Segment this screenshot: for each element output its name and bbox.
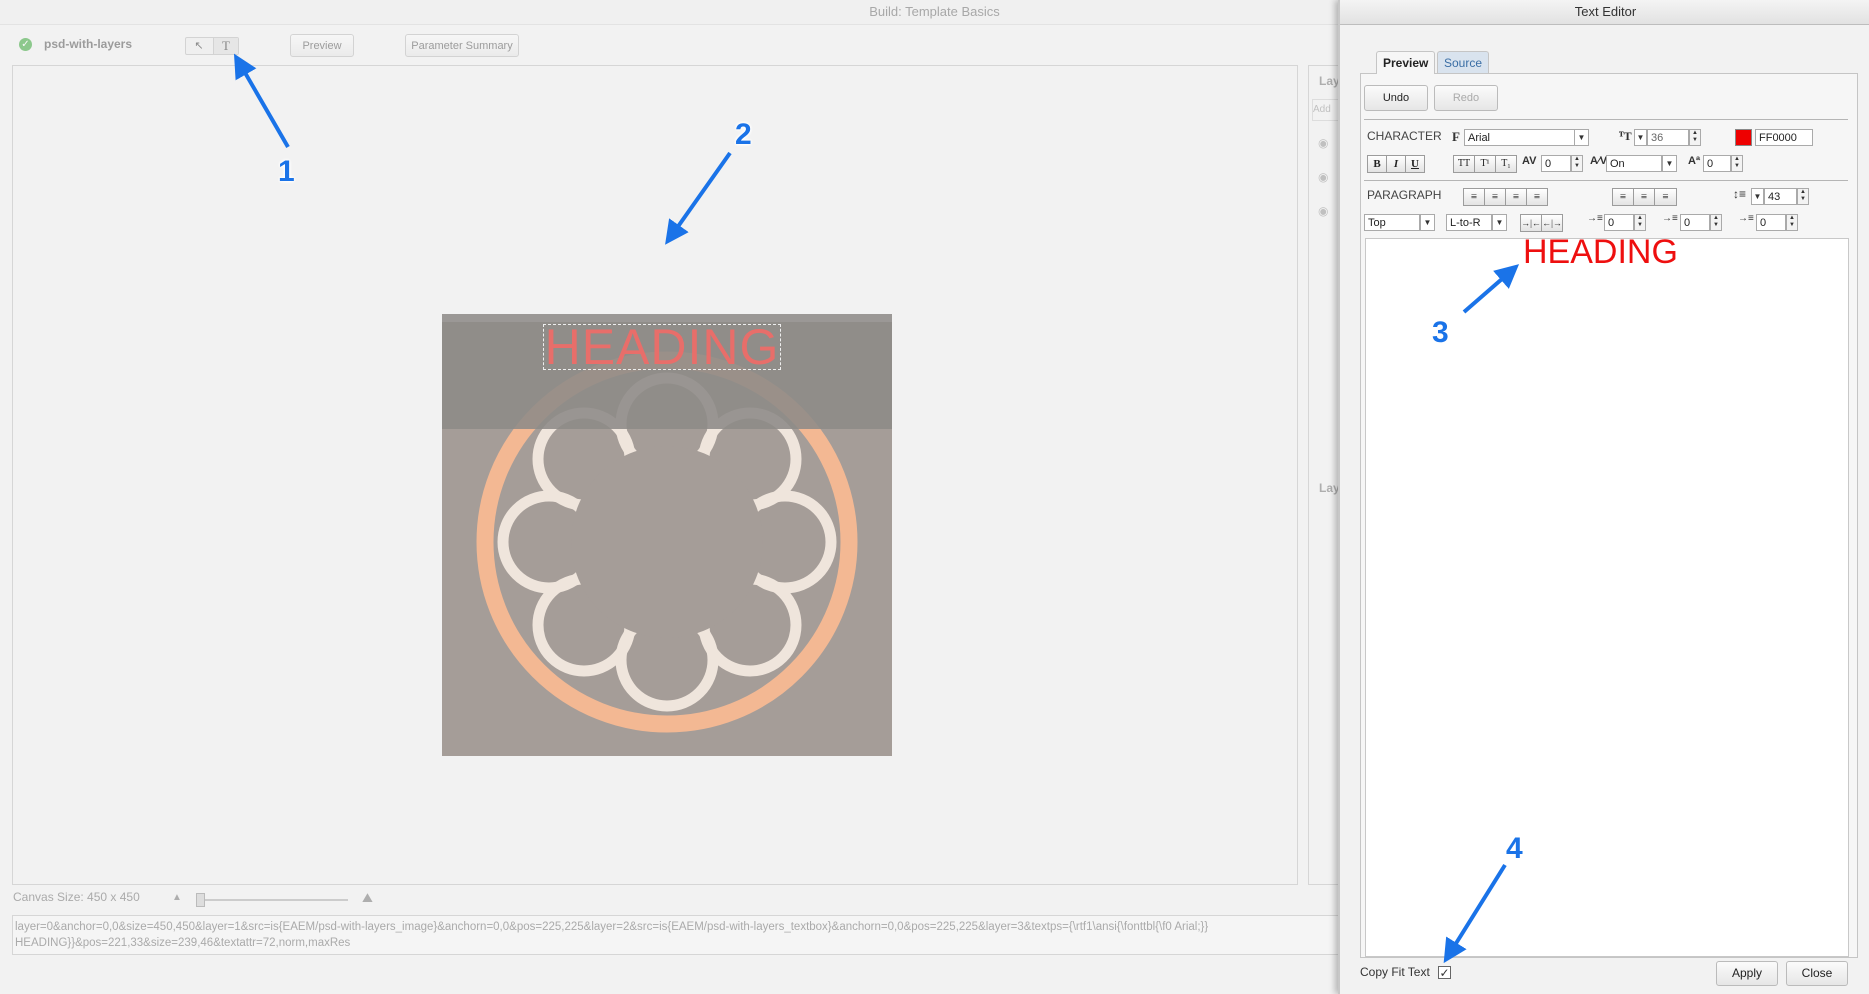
justify-right-icon[interactable]: ≡ xyxy=(1654,188,1677,206)
layer-props-header: Lay xyxy=(1319,481,1340,495)
align-buttons: ≡ ≡ ≡ ≡ xyxy=(1463,188,1548,206)
font-size-icon: ᵀT xyxy=(1619,129,1632,143)
leading-input[interactable]: 43 xyxy=(1764,188,1797,205)
italic-button[interactable]: I xyxy=(1386,155,1406,173)
direction-select[interactable]: L-to-R xyxy=(1446,214,1492,231)
annotation-number-1: 1 xyxy=(278,155,295,188)
layers-header: Lay xyxy=(1319,74,1340,88)
shrink-icon[interactable]: →|← xyxy=(1520,214,1542,232)
align-center-icon[interactable]: ≡ xyxy=(1484,188,1506,206)
status-ok-icon: ✓ xyxy=(19,38,32,51)
preview-heading-text[interactable]: HEADING xyxy=(1523,232,1678,272)
baseline-input[interactable]: 0 xyxy=(1703,155,1731,172)
undo-button[interactable]: Undo xyxy=(1364,85,1428,111)
artboard: HEADING xyxy=(442,314,892,756)
canvas-heading-text[interactable]: HEADING xyxy=(543,322,781,372)
style-buttons: B I U xyxy=(1367,155,1425,173)
zoom-slider[interactable] xyxy=(198,899,348,901)
leading-stepper[interactable]: ▲ ▼ xyxy=(1797,188,1809,205)
annotation-number-2: 2 xyxy=(735,118,752,151)
zoom-slider-thumb[interactable] xyxy=(196,893,205,907)
color-hex-input[interactable]: FF0000 xyxy=(1755,129,1813,146)
subscript-button[interactable]: T₁ xyxy=(1495,155,1517,173)
select-tool-icon[interactable]: ↖ xyxy=(188,39,210,53)
justify-left-icon[interactable]: ≡ xyxy=(1612,188,1634,206)
parameter-summary-button[interactable]: Parameter Summary xyxy=(405,34,519,57)
fit-buttons: →|← ←|→ xyxy=(1520,214,1563,232)
justify-icon[interactable]: ≡ xyxy=(1526,188,1548,206)
bold-button[interactable]: B xyxy=(1367,155,1387,173)
paragraph-label: PARAGRAPH xyxy=(1367,188,1442,202)
close-button[interactable]: Close xyxy=(1786,961,1848,986)
font-size-input[interactable]: 36 xyxy=(1647,129,1689,146)
indent-right-icon: →≡ xyxy=(1738,213,1754,224)
indent-left-input[interactable]: 0 xyxy=(1680,214,1710,231)
redo-button[interactable]: Redo xyxy=(1434,85,1498,111)
indent-left-stepper[interactable]: ▲ ▼ xyxy=(1710,214,1722,231)
logo-center xyxy=(571,446,763,638)
indent-right-input[interactable]: 0 xyxy=(1756,214,1786,231)
baseline-shift-icon: Aª xyxy=(1688,155,1701,167)
layers-panel: Lay Add ◉ ◉ ◉ Lay xyxy=(1308,65,1341,885)
copy-fit-label: Copy Fit Text xyxy=(1360,965,1430,979)
divider xyxy=(1364,180,1848,181)
indent-left-icon: →≡ xyxy=(1662,213,1678,224)
baseline-stepper[interactable]: ▲ ▼ xyxy=(1731,155,1743,172)
kerning-select[interactable]: On xyxy=(1606,155,1662,172)
font-size-dropdown-icon[interactable]: ▼ xyxy=(1634,129,1647,146)
font-dropdown-chevron-icon[interactable]: ▼ xyxy=(1574,129,1589,146)
justify-buttons: ≡ ≡ ≡ xyxy=(1612,188,1677,206)
apply-button[interactable]: Apply xyxy=(1716,961,1778,986)
add-layer-button[interactable]: Add xyxy=(1312,99,1340,121)
indent-first-icon: →≡ xyxy=(1587,213,1603,224)
tracking-icon: AV xyxy=(1522,155,1537,167)
annotation-number-3: 3 xyxy=(1432,316,1449,349)
eye-icon[interactable]: ◉ xyxy=(1318,136,1328,150)
font-icon: F xyxy=(1452,129,1460,144)
align-right-icon[interactable]: ≡ xyxy=(1505,188,1527,206)
copy-fit-checkbox[interactable]: ✓ xyxy=(1438,966,1451,979)
character-label: CHARACTER xyxy=(1367,129,1442,143)
editor-title: Text Editor xyxy=(1340,0,1869,25)
indent-first-input[interactable]: 0 xyxy=(1604,214,1634,231)
layer-file-label: psd-with-layers xyxy=(44,37,133,51)
vertical-align-dropdown-icon[interactable]: ▼ xyxy=(1420,214,1435,231)
indent-first-stepper[interactable]: ▲ ▼ xyxy=(1634,214,1646,231)
kerning-dropdown-icon[interactable]: ▼ xyxy=(1662,155,1677,172)
vertical-align-select[interactable]: Top xyxy=(1364,214,1420,231)
leading-dropdown-icon[interactable]: ▼ xyxy=(1751,188,1764,205)
canvas-size-label: Canvas Size: 450 x 450 xyxy=(13,890,140,904)
leading-icon: ↕≡ xyxy=(1733,187,1747,201)
url-field[interactable]: layer=0&anchor=0,0&size=450,450&layer=1&… xyxy=(12,915,1340,955)
tool-group: ↖ T xyxy=(185,37,239,55)
superscript-button[interactable]: T¹ xyxy=(1474,155,1496,173)
tab-source[interactable]: Source xyxy=(1437,51,1490,74)
underline-button[interactable]: U xyxy=(1405,155,1425,173)
text-tool-icon[interactable]: T xyxy=(213,38,238,54)
color-swatch[interactable] xyxy=(1735,129,1752,146)
tracking-input[interactable]: 0 xyxy=(1541,155,1571,172)
preview-button[interactable]: Preview xyxy=(290,34,354,57)
eye-icon[interactable]: ◉ xyxy=(1318,204,1328,218)
zoom-out-icon[interactable]: ▲ xyxy=(172,892,182,903)
divider xyxy=(1364,119,1848,120)
annotation-number-4: 4 xyxy=(1506,832,1523,865)
expand-icon[interactable]: ←|→ xyxy=(1541,214,1563,232)
tracking-stepper[interactable]: ▲ ▼ xyxy=(1571,155,1583,172)
justify-center-icon[interactable]: ≡ xyxy=(1633,188,1655,206)
canvas-panel: HEADING xyxy=(12,65,1298,885)
zoom-in-icon[interactable]: ⛰ xyxy=(362,890,373,906)
eye-icon[interactable]: ◉ xyxy=(1318,170,1328,184)
all-caps-button[interactable]: TT xyxy=(1453,155,1475,173)
tab-preview[interactable]: Preview xyxy=(1376,51,1436,74)
font-size-stepper[interactable]: ▲ ▼ xyxy=(1689,129,1701,146)
align-left-icon[interactable]: ≡ xyxy=(1463,188,1485,206)
kerning-icon: A⁄V xyxy=(1590,155,1608,167)
caps-buttons: TT T¹ T₁ xyxy=(1453,155,1517,173)
font-select[interactable]: Arial xyxy=(1464,129,1575,146)
direction-dropdown-icon[interactable]: ▼ xyxy=(1492,214,1507,231)
indent-right-stepper[interactable]: ▲ ▼ xyxy=(1786,214,1798,231)
